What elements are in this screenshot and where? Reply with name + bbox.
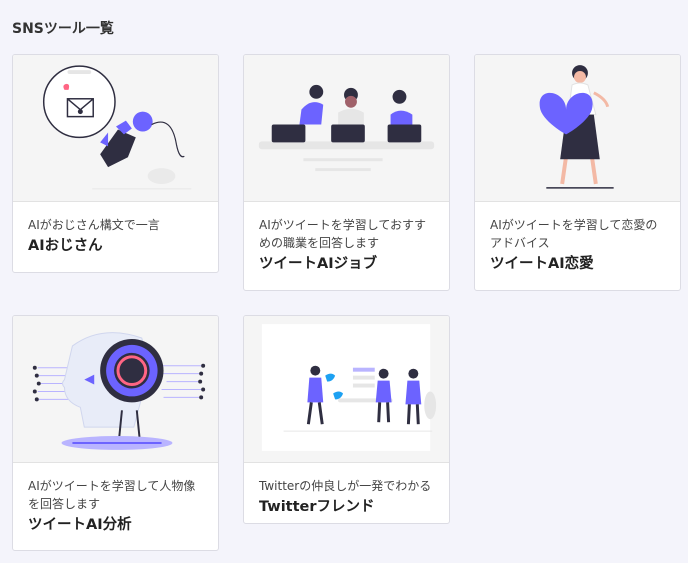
tool-card-tweet-ai-love[interactable]: AIがツイートを学習して恋愛のアドバイス ツイートAI恋愛 [474, 54, 681, 291]
tool-card-tweet-ai-analysis[interactable]: AIがツイートを学習して人物像を回答します ツイートAI分析 [12, 315, 219, 551]
card-title: ツイートAIジョブ [259, 256, 378, 272]
tool-card-tweet-ai-job[interactable]: AIがツイートを学習しておすすめの職業を回答します ツイートAIジョブ [243, 54, 450, 291]
card-description: AIがツイートを学習しておすすめの職業を回答します [259, 218, 427, 250]
card-title: Twitterフレンド [259, 499, 375, 515]
card-title: ツイートAI恋愛 [490, 256, 594, 272]
twitter-friends-illustration [261, 324, 437, 451]
team-laptops-illustration [258, 84, 435, 172]
card-thumbnail [475, 55, 680, 202]
card-thumbnail [244, 316, 449, 463]
card-description: AIがおじさん構文で一言 [28, 218, 160, 232]
card-thumbnail [13, 316, 218, 463]
card-description: AIがツイートを学習して人物像を回答します [28, 479, 196, 511]
woman-heart-illustration [539, 65, 614, 189]
card-description: Twitterの仲良しが一発でわかる [259, 479, 432, 493]
card-title: ツイートAI分析 [28, 517, 132, 533]
robot-envelope-illustration [42, 65, 192, 190]
tool-card-twitter-friend[interactable]: Twitterの仲良しが一発でわかる Twitterフレンド [243, 315, 450, 524]
card-thumbnail [13, 55, 218, 202]
page-title: SNSツール一覧 [12, 21, 114, 37]
card-description: AIがツイートを学習して恋愛のアドバイス [490, 218, 658, 250]
card-title: AIおじさん [28, 238, 103, 254]
card-thumbnail [244, 55, 449, 202]
tool-card-ai-ojisan[interactable]: AIがおじさん構文で一言 AIおじさん [12, 54, 219, 273]
ai-head-illustration [32, 332, 206, 450]
